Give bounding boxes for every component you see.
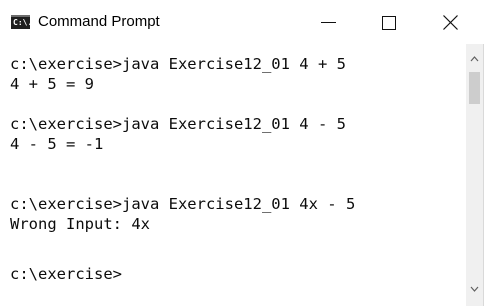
console-line: c:\exercise>java Exercise12_01 4x - 5 xyxy=(10,195,356,213)
command-prompt-window: C:\. Command Prompt c:\exercise>java Exe… xyxy=(0,0,484,306)
scrollbar-thumb[interactable] xyxy=(469,72,480,104)
console-line: Wrong Input: 4x xyxy=(10,215,150,233)
command-prompt-icon[interactable]: C:\. xyxy=(11,15,33,29)
close-icon xyxy=(443,15,458,30)
minimize-icon xyxy=(321,22,336,23)
title-bar[interactable]: C:\. Command Prompt xyxy=(0,0,484,44)
scroll-down-arrow-icon[interactable] xyxy=(466,282,483,296)
maximize-icon xyxy=(382,16,396,30)
console-line: 4 - 5 = -1 xyxy=(10,135,104,153)
minimize-button[interactable] xyxy=(305,0,351,44)
console-prompt-line: c:\exercise> xyxy=(10,265,122,283)
window-title: Command Prompt xyxy=(38,13,160,30)
console-line: c:\exercise>java Exercise12_01 4 - 5 xyxy=(10,115,346,133)
console-line: c:\exercise>java Exercise12_01 4 + 5 xyxy=(10,55,346,73)
maximize-button[interactable] xyxy=(366,0,412,44)
scroll-up-arrow-icon[interactable] xyxy=(466,52,483,66)
vertical-scrollbar[interactable] xyxy=(466,44,483,306)
close-button[interactable] xyxy=(427,0,473,44)
console-line: 4 + 5 = 9 xyxy=(10,75,94,93)
app-icon-text: C:\. xyxy=(13,18,33,27)
console-output[interactable]: c:\exercise>java Exercise12_01 4 + 5 4 +… xyxy=(0,44,466,306)
